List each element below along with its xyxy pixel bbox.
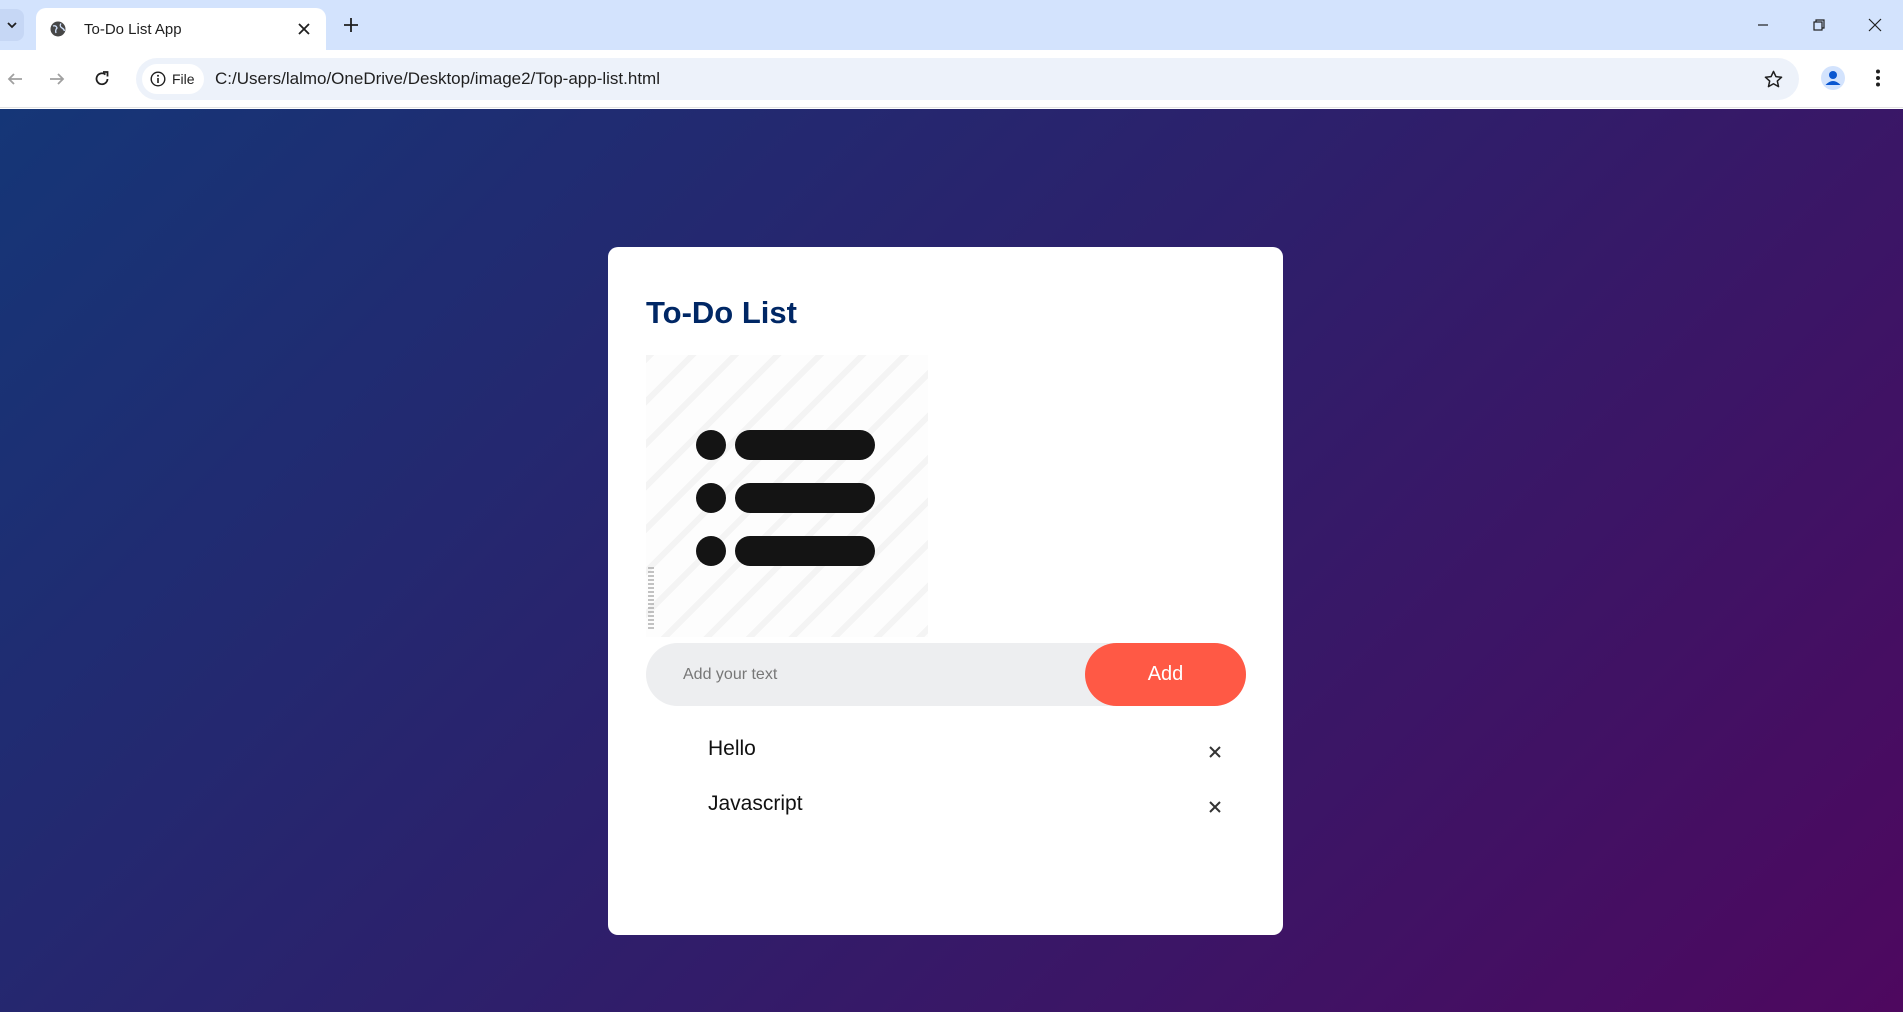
arrow-right-icon <box>50 73 65 85</box>
page-background: To-Do List Add Hello <box>0 109 1903 1012</box>
delete-task-icon[interactable] <box>1203 795 1227 819</box>
add-button[interactable]: Add <box>1085 643 1246 706</box>
task-list: Hello Javascript <box>646 725 1246 835</box>
back-button[interactable] <box>0 64 30 94</box>
reload-button[interactable] <box>87 64 117 94</box>
task-input[interactable] <box>646 643 1086 706</box>
address-bar[interactable]: File C:/Users/lalmo/OneDrive/Desktop/ima… <box>136 58 1799 100</box>
active-tab[interactable]: To-Do List App <box>36 8 326 50</box>
minimize-icon <box>1758 24 1768 26</box>
browser-menu-button[interactable] <box>1863 63 1893 93</box>
forward-button[interactable] <box>42 64 72 94</box>
site-chip-label: File <box>172 71 195 87</box>
info-icon <box>150 71 166 87</box>
list-illustration <box>646 355 928 637</box>
more-vertical-icon <box>1876 69 1880 87</box>
restore-button[interactable] <box>1791 0 1847 50</box>
star-icon <box>1764 70 1782 87</box>
new-tab-button[interactable] <box>338 12 364 38</box>
task-item[interactable]: Hello <box>646 725 1246 780</box>
task-text: Javascript <box>708 791 803 815</box>
close-icon <box>1868 18 1882 32</box>
task-item[interactable]: Javascript <box>646 780 1246 835</box>
avatar-icon <box>1821 66 1845 90</box>
minimize-button[interactable] <box>1735 0 1791 50</box>
restore-icon <box>1813 19 1825 31</box>
chevron-down-icon <box>7 22 17 29</box>
todo-card: To-Do List Add Hello <box>608 247 1283 935</box>
url-text[interactable]: C:/Users/lalmo/OneDrive/Desktop/image2/T… <box>215 69 660 89</box>
add-task-row: Add <box>646 643 1246 706</box>
browser-toolbar: File C:/Users/lalmo/OneDrive/Desktop/ima… <box>0 50 1903 108</box>
image-watermark <box>648 567 654 629</box>
list-icon <box>696 430 875 566</box>
app-title: To-Do List <box>646 295 797 330</box>
site-info-chip[interactable]: File <box>142 64 204 94</box>
reload-icon <box>95 71 109 86</box>
browser-tab-strip: To-Do List App <box>0 0 1903 50</box>
tab-search-button[interactable] <box>0 9 24 41</box>
delete-task-icon[interactable] <box>1203 740 1227 764</box>
close-window-button[interactable] <box>1847 0 1903 50</box>
bookmark-button[interactable] <box>1761 67 1785 91</box>
tab-title: To-Do List App <box>84 20 182 38</box>
globe-icon <box>48 19 68 39</box>
arrow-left-icon <box>7 73 22 85</box>
close-tab-icon[interactable] <box>294 19 314 39</box>
profile-button[interactable] <box>1818 63 1848 93</box>
plus-icon <box>344 18 358 32</box>
window-controls <box>1735 0 1903 50</box>
task-text: Hello <box>708 736 756 760</box>
